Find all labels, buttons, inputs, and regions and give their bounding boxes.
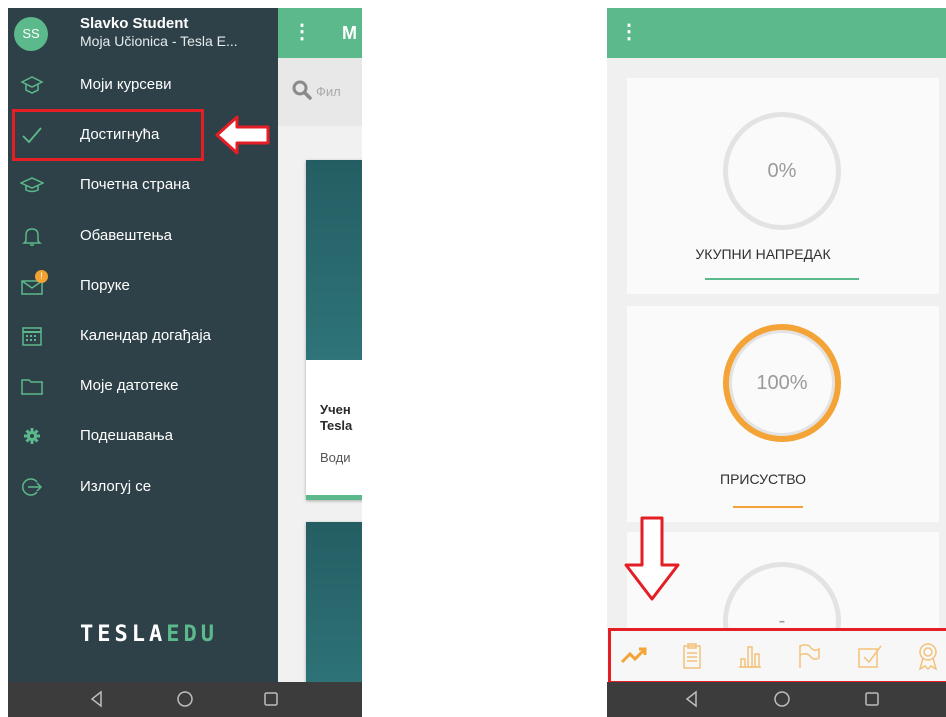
course-card-subtitle: Води	[320, 450, 351, 465]
sidebar-item-label: Излогуј се	[80, 478, 152, 495]
course-card[interactable]: Учен Tesla Води	[306, 160, 362, 500]
user-name: Slavko Student	[80, 15, 189, 32]
sidebar-item-messages[interactable]: ! Поруке	[8, 261, 278, 311]
home-icon[interactable]	[773, 690, 791, 708]
filter-placeholder: Фил	[316, 84, 341, 99]
sidebar-item-label: Моји курсеви	[80, 76, 172, 93]
sidebar-item-my-courses[interactable]: Моји курсеви	[8, 60, 278, 110]
bell-icon	[22, 228, 42, 246]
recents-icon[interactable]	[262, 690, 280, 708]
sidebar-item-label: Обавештења	[80, 227, 173, 244]
sidebar-item-calendar[interactable]: Календар догађаја	[8, 311, 278, 361]
gear-icon	[24, 428, 40, 444]
sidebar-item-label: Подешавања	[80, 427, 173, 444]
sidebar-item-my-files[interactable]: Моје датотеке	[8, 361, 278, 411]
course-card-image	[306, 160, 362, 360]
stat-label: ПРИСУСТВО	[720, 471, 806, 487]
courses-icon	[20, 76, 44, 94]
highlight-box	[608, 628, 946, 684]
attendance-card: 100% ПРИСУСТВО	[627, 306, 939, 522]
recents-icon[interactable]	[863, 690, 881, 708]
toolbar-title: M	[342, 23, 357, 43]
folder-icon	[21, 379, 43, 395]
graduation-cap-icon	[20, 177, 44, 193]
course-card-title: Учен	[320, 402, 351, 417]
teslaedu-logo: TESLAEDU	[80, 622, 218, 647]
progress-ring: 0%	[723, 112, 841, 230]
sidebar-item-settings[interactable]: Подешавања	[8, 411, 278, 461]
highlight-box	[12, 109, 204, 161]
sidebar-item-label: Поруке	[80, 277, 130, 294]
logout-icon	[22, 478, 43, 496]
arrow-down-icon	[624, 516, 680, 601]
system-nav-bar	[607, 682, 946, 717]
avatar: SS	[14, 17, 48, 51]
user-header[interactable]: SS Slavko Student Moja Učionica - Tesla …	[8, 8, 278, 58]
back-icon[interactable]	[88, 690, 106, 708]
sidebar-item-label: Календар догађаја	[80, 327, 212, 344]
sidebar-item-logout[interactable]: Излогуј се	[8, 462, 278, 512]
courses-page-behind-drawer: ⋮ M Фил Учен Tesla Води	[278, 8, 362, 692]
app-toolbar: ⋮	[607, 8, 946, 58]
app-toolbar: ⋮ M	[278, 8, 362, 58]
course-card-title-line-2: Tesla	[320, 418, 353, 433]
calendar-icon	[22, 327, 42, 346]
home-icon[interactable]	[176, 690, 194, 708]
sidebar-item-home[interactable]: Почетна страна	[8, 160, 278, 210]
overall-progress-card: 0% УКУПНИ НАПРЕДАК	[627, 78, 939, 294]
search-icon	[292, 80, 312, 100]
overflow-menu-icon[interactable]: ⋮	[292, 22, 312, 42]
user-subtitle: Moja Učionica - Tesla E...	[80, 33, 238, 49]
course-card[interactable]	[306, 522, 362, 692]
arrow-left-icon	[215, 115, 270, 155]
left-phone-screen: ⋮ M Фил Учен Tesla Води SS Slavko Studen…	[8, 8, 362, 717]
sidebar-item-notifications[interactable]: Обавештења	[8, 211, 278, 261]
notification-badge: !	[35, 270, 48, 283]
back-icon[interactable]	[683, 690, 701, 708]
stat-underline	[705, 278, 859, 280]
overflow-menu-icon[interactable]: ⋮	[619, 22, 639, 42]
sidebar-item-label: Почетна страна	[80, 176, 190, 193]
stat-underline	[733, 506, 803, 508]
system-nav-bar	[8, 682, 362, 717]
filter-bar[interactable]: Фил	[278, 58, 362, 126]
course-progress-bar	[306, 495, 362, 500]
stat-label: УКУПНИ НАПРЕДАК	[695, 246, 831, 262]
attendance-ring: 100%	[723, 324, 841, 442]
right-phone-screen: ⋮ 0% УКУПНИ НАПРЕДАК 100% ПРИСУСТВО -	[607, 8, 946, 717]
sidebar-item-label: Моје датотеке	[80, 377, 179, 394]
